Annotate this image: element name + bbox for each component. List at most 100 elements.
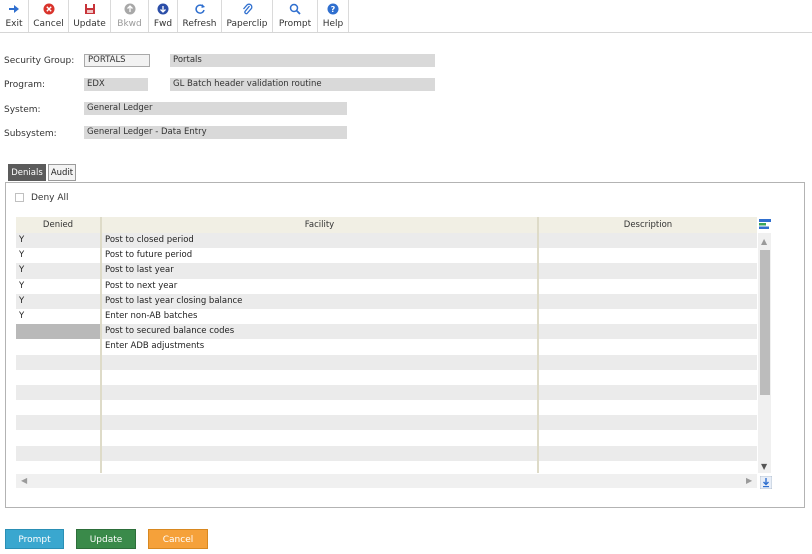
facility-cell [102, 430, 539, 446]
denied-cell[interactable] [16, 415, 102, 431]
description-cell [539, 461, 757, 473]
scroll-up-arrow-icon[interactable]: ▲ [761, 237, 767, 246]
table-row[interactable] [16, 430, 757, 446]
grid-settings-icon[interactable] [759, 218, 771, 230]
fwd-button[interactable]: Fwd [149, 0, 178, 32]
prompt-button[interactable]: Prompt [5, 529, 64, 549]
facility-cell: Post to closed period [102, 233, 539, 249]
facility-cell: Enter ADB adjustments [102, 339, 539, 355]
bkwd-button[interactable]: Bkwd [111, 0, 149, 32]
description-cell [539, 415, 757, 430]
fwd-label: Fwd [153, 19, 173, 29]
cancel-toolbar-button[interactable]: Cancel [29, 0, 69, 32]
facility-cell: Post to secured balance codes [102, 324, 539, 340]
denied-cell[interactable]: Y [16, 308, 102, 325]
exit-label: Exit [5, 19, 23, 29]
denied-cell[interactable]: Y [16, 278, 102, 294]
denied-cell[interactable] [16, 324, 102, 340]
table-row[interactable]: Y Post to closed period [16, 233, 757, 249]
denied-cell[interactable] [16, 354, 102, 370]
deny-all-label: Deny All [31, 193, 69, 203]
update-label: Update [73, 19, 106, 29]
table-row[interactable] [16, 400, 757, 416]
update-toolbar-button[interactable]: Update [69, 0, 111, 32]
security-group-description: Portals [170, 54, 435, 67]
description-cell [539, 233, 757, 248]
update-button[interactable]: Update [76, 529, 136, 549]
denied-cell[interactable] [16, 369, 102, 385]
description-cell [539, 339, 757, 354]
facility-cell [102, 384, 539, 401]
table-row[interactable] [16, 354, 757, 370]
help-icon: ? [326, 2, 340, 16]
save-disk-icon [83, 2, 97, 16]
table-row[interactable]: Post to secured balance codes [16, 324, 757, 340]
table-row[interactable]: Y Post to next year [16, 278, 757, 294]
column-header-description[interactable]: Description [539, 217, 757, 233]
denied-cell[interactable] [16, 384, 102, 401]
column-header-facility[interactable]: Facility [102, 217, 539, 233]
denied-cell[interactable]: Y [16, 293, 102, 309]
help-label: Help [322, 19, 344, 29]
table-row[interactable]: Y Post to last year [16, 263, 757, 279]
cancel-button[interactable]: Cancel [148, 529, 208, 549]
table-row[interactable]: Y Post to future period [16, 248, 757, 264]
vertical-scrollbar-thumb[interactable] [760, 250, 770, 395]
description-cell [539, 385, 757, 400]
table-row[interactable] [16, 460, 757, 473]
denied-cell[interactable] [16, 430, 102, 446]
exit-arrow-icon [7, 2, 21, 16]
denied-cell[interactable] [16, 445, 102, 461]
description-cell [539, 324, 757, 339]
cancel-x-icon [42, 2, 56, 16]
refresh-button[interactable]: Refresh [178, 0, 222, 32]
grid-header: Denied Facility Description [16, 217, 757, 233]
security-group-code-field[interactable]: PORTALS [84, 54, 150, 67]
description-cell [539, 370, 757, 385]
description-cell [539, 446, 757, 461]
help-button[interactable]: ? Help [318, 0, 349, 32]
facility-cell [102, 369, 539, 385]
arrow-down-icon [156, 2, 170, 16]
table-row[interactable] [16, 415, 757, 431]
table-row[interactable]: Y Enter non-AB batches [16, 308, 757, 325]
subsystem-field: General Ledger - Data Entry [84, 126, 347, 139]
facility-cell [102, 415, 539, 431]
description-cell [539, 248, 757, 263]
denials-grid: Denied Facility Description Y Post to clo… [16, 217, 757, 473]
table-row[interactable] [16, 384, 757, 401]
refresh-label: Refresh [182, 19, 217, 29]
denied-cell[interactable] [16, 400, 102, 416]
denied-cell[interactable] [16, 339, 102, 355]
scroll-left-arrow-icon[interactable]: ◀ [21, 476, 27, 485]
facility-cell: Post to last year closing balance [102, 293, 539, 309]
download-icon[interactable] [759, 475, 773, 490]
paperclip-icon [240, 2, 254, 16]
denied-cell[interactable]: Y [16, 233, 102, 249]
table-row[interactable] [16, 445, 757, 461]
refresh-icon [193, 2, 207, 16]
program-code-field: EDX [84, 78, 148, 91]
denied-cell[interactable]: Y [16, 263, 102, 279]
program-label: Program: [4, 80, 46, 90]
horizontal-scrollbar[interactable] [16, 474, 757, 488]
paperclip-button[interactable]: Paperclip [222, 0, 273, 32]
deny-all-checkbox[interactable] [15, 193, 24, 202]
prompt-toolbar-button[interactable]: Prompt [273, 0, 318, 32]
description-cell [539, 400, 757, 415]
scroll-down-arrow-icon[interactable]: ▼ [761, 462, 767, 471]
facility-cell [102, 445, 539, 461]
system-label: System: [4, 105, 41, 115]
denied-cell[interactable]: Y [16, 248, 102, 264]
tab-denials[interactable]: Denials [8, 164, 46, 181]
toolbar: Exit Cancel Update Bkwd Fwd Refresh Pape… [0, 0, 812, 33]
scroll-right-arrow-icon[interactable]: ▶ [746, 476, 752, 485]
description-cell [539, 263, 757, 278]
table-row[interactable]: Y Post to last year closing balance [16, 293, 757, 309]
table-row[interactable]: Enter ADB adjustments [16, 339, 757, 355]
column-header-denied[interactable]: Denied [16, 217, 102, 233]
denied-cell[interactable] [16, 460, 102, 473]
tab-audit[interactable]: Audit [48, 164, 76, 181]
exit-button[interactable]: Exit [0, 0, 29, 32]
table-row[interactable] [16, 369, 757, 385]
